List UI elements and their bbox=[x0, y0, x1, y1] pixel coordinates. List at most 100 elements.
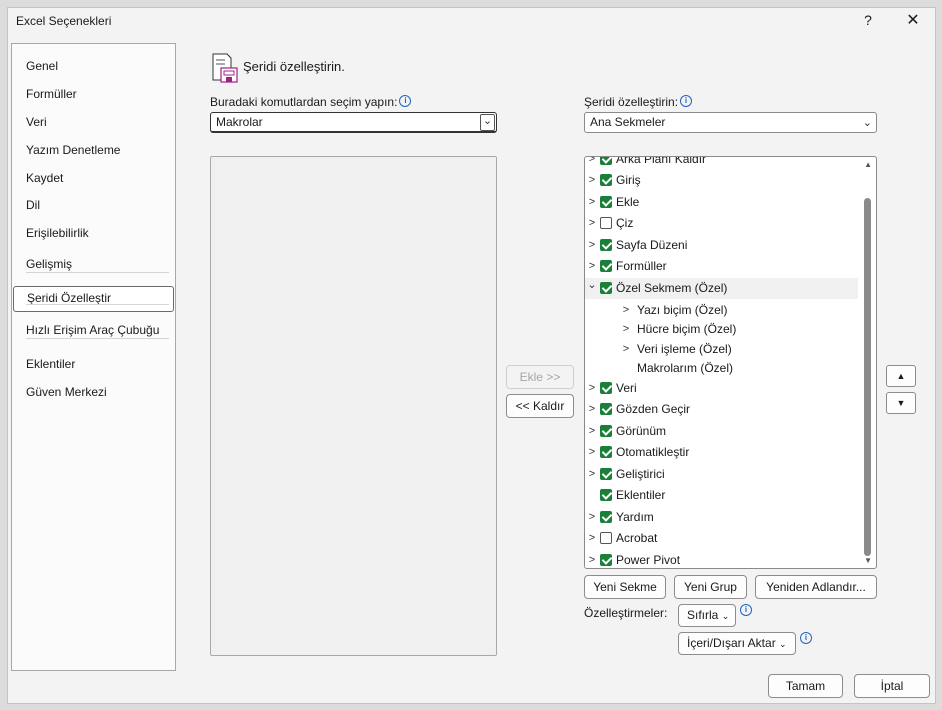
chevron-right-icon[interactable]: > bbox=[587, 399, 597, 420]
customize-ribbon-icon bbox=[212, 53, 238, 83]
tree-group-item[interactable]: > Yazı biçim (Özel) bbox=[585, 300, 858, 321]
chevron-down-icon: ⌄ bbox=[862, 117, 872, 129]
nav-item[interactable]: Genel bbox=[12, 54, 175, 78]
tree-tab-item[interactable]: > Geliştirici bbox=[585, 464, 858, 485]
tab-checkbox[interactable] bbox=[600, 489, 612, 501]
chevron-right-icon[interactable]: > bbox=[621, 319, 631, 340]
scroll-thumb[interactable] bbox=[864, 198, 871, 556]
tree-tab-item[interactable]: > Arka Planı Kaldır bbox=[585, 157, 858, 170]
nav-divider bbox=[26, 304, 169, 305]
chevron-right-icon[interactable]: > bbox=[587, 157, 597, 170]
chevron-right-icon[interactable]: > bbox=[587, 235, 597, 256]
chevron-right-icon[interactable]: > bbox=[621, 300, 631, 321]
tree-tab-item[interactable]: > Acrobat bbox=[585, 528, 858, 549]
tree-item-label: Çiz bbox=[616, 216, 634, 230]
info-icon[interactable]: i bbox=[399, 95, 412, 107]
chevron-right-icon[interactable]: > bbox=[587, 442, 597, 463]
new-group-button[interactable]: Yeni Grup bbox=[674, 575, 747, 599]
reset-dropdown-button[interactable]: Sıfırla ⌄ bbox=[678, 604, 736, 627]
tree-tab-item[interactable]: > Ekle bbox=[585, 192, 858, 213]
chevron-right-icon[interactable]: > bbox=[587, 213, 597, 234]
tab-checkbox[interactable] bbox=[600, 260, 612, 272]
tab-checkbox[interactable] bbox=[600, 403, 612, 415]
info-icon[interactable]: i bbox=[680, 95, 693, 107]
tree-item-label: Veri işleme (Özel) bbox=[637, 342, 732, 356]
tree-tab-item[interactable]: > Otomatikleştir bbox=[585, 442, 858, 463]
scroll-down-icon[interactable]: ▼ bbox=[864, 556, 872, 565]
help-button[interactable]: ? bbox=[860, 12, 876, 28]
remove-button[interactable]: << Kaldır bbox=[506, 394, 574, 418]
tab-checkbox[interactable] bbox=[600, 196, 612, 208]
tab-checkbox[interactable] bbox=[600, 446, 612, 458]
tree-item-label: Yardım bbox=[616, 510, 654, 524]
tab-checkbox[interactable] bbox=[600, 511, 612, 523]
tree-tab-item[interactable]: > Yardım bbox=[585, 507, 858, 528]
move-down-button[interactable]: ▼ bbox=[886, 392, 916, 414]
ribbon-tree[interactable]: > Power Pivot > Acrobat > Yardım Eklentiler > Ge… bbox=[584, 156, 877, 569]
chevron-right-icon[interactable]: > bbox=[587, 170, 597, 191]
chevron-down-icon[interactable]: ⌄ bbox=[587, 275, 597, 296]
tree-tab-item[interactable]: > Çiz bbox=[585, 213, 858, 234]
nav-item[interactable]: Yazım Denetleme bbox=[12, 138, 175, 162]
close-button[interactable]: ✕ bbox=[904, 10, 922, 30]
ok-button[interactable]: Tamam bbox=[768, 674, 843, 698]
commands-dropdown[interactable]: Makrolar ⌄ bbox=[210, 112, 497, 133]
nav-item[interactable]: Formüller bbox=[12, 82, 175, 106]
nav-item[interactable]: Erişilebilirlik bbox=[12, 221, 175, 245]
chevron-right-icon[interactable]: > bbox=[587, 507, 597, 528]
new-tab-button[interactable]: Yeni Sekme bbox=[584, 575, 666, 599]
tab-checkbox[interactable] bbox=[600, 174, 612, 186]
cancel-button[interactable]: İptal bbox=[854, 674, 930, 698]
commands-label-text: Buradaki komutlardan seçim yapın: bbox=[210, 95, 398, 109]
move-up-button[interactable]: ▲ bbox=[886, 365, 916, 387]
nav-item[interactable]: Eklentiler bbox=[12, 352, 175, 376]
tab-checkbox[interactable] bbox=[600, 239, 612, 251]
tab-checkbox[interactable] bbox=[600, 532, 612, 544]
tree-tab-item[interactable]: > Sayfa Düzeni bbox=[585, 235, 858, 256]
chevron-right-icon[interactable]: > bbox=[587, 421, 597, 442]
tree-tab-item[interactable]: ⌄ Özel Sekmem (Özel) bbox=[585, 278, 858, 299]
chevron-right-icon[interactable]: > bbox=[587, 550, 597, 568]
tree-tab-item[interactable]: > Veri bbox=[585, 378, 858, 399]
tab-checkbox[interactable] bbox=[600, 468, 612, 480]
nav-item[interactable]: Kaydet bbox=[12, 166, 175, 190]
ribbon-dropdown[interactable]: Ana Sekmeler ⌄ bbox=[584, 112, 877, 133]
info-icon[interactable]: i bbox=[800, 632, 812, 644]
page-heading: Şeridi özelleştirin. bbox=[243, 59, 345, 74]
nav-item[interactable]: Veri bbox=[12, 110, 175, 134]
tree-tab-item[interactable]: > Giriş bbox=[585, 170, 858, 191]
tree-group-item[interactable]: Makrolarım (Özel) bbox=[585, 358, 858, 379]
chevron-right-icon[interactable]: > bbox=[587, 378, 597, 399]
tab-checkbox[interactable] bbox=[600, 554, 612, 566]
chevron-right-icon[interactable]: > bbox=[587, 192, 597, 213]
nav-item[interactable]: Dil bbox=[12, 193, 175, 217]
tree-item-label: Giriş bbox=[616, 173, 641, 187]
commands-list[interactable] bbox=[210, 156, 497, 656]
nav-item[interactable]: Şeridi Özelleştir bbox=[13, 286, 174, 312]
tree-group-item[interactable]: > Hücre biçim (Özel) bbox=[585, 319, 858, 340]
info-icon[interactable]: i bbox=[740, 604, 752, 616]
tab-checkbox[interactable] bbox=[600, 425, 612, 437]
tree-group-item[interactable]: > Veri işleme (Özel) bbox=[585, 339, 858, 360]
nav-item[interactable]: Güven Merkezi bbox=[12, 380, 175, 404]
chevron-right-icon[interactable]: > bbox=[587, 464, 597, 485]
rename-button[interactable]: Yeniden Adlandır... bbox=[755, 575, 877, 599]
tree-tab-item[interactable]: > Formüller bbox=[585, 256, 858, 277]
tab-checkbox[interactable] bbox=[600, 157, 612, 165]
chevron-right-icon[interactable]: > bbox=[587, 256, 597, 277]
tree-tab-item[interactable]: > Görünüm bbox=[585, 421, 858, 442]
tree-tab-item[interactable]: > Gözden Geçir bbox=[585, 399, 858, 420]
chevron-right-icon[interactable]: > bbox=[587, 528, 597, 549]
import-export-button[interactable]: İçeri/Dışarı Aktar ⌄ bbox=[678, 632, 796, 655]
add-button[interactable]: Ekle >> bbox=[506, 365, 574, 389]
chevron-right-icon[interactable]: > bbox=[621, 339, 631, 360]
tab-checkbox[interactable] bbox=[600, 382, 612, 394]
tab-checkbox[interactable] bbox=[600, 217, 612, 229]
tree-tab-item[interactable]: > Power Pivot bbox=[585, 550, 858, 568]
tree-tab-item[interactable]: Eklentiler bbox=[585, 485, 858, 506]
tree-item-label: Power Pivot bbox=[616, 553, 681, 567]
tree-scrollbar[interactable]: ▲ ▼ bbox=[861, 158, 875, 567]
nav-divider bbox=[26, 272, 169, 273]
tab-checkbox[interactable] bbox=[600, 282, 612, 294]
scroll-up-icon[interactable]: ▲ bbox=[864, 160, 872, 169]
